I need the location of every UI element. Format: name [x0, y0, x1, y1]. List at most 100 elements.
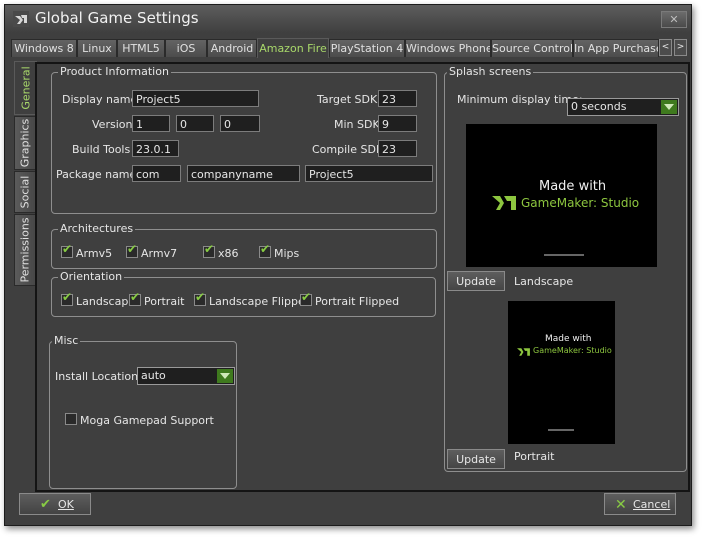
landscape-splash-preview[interactable]: Made with GameMaker: Studio [466, 124, 657, 267]
tab-in-app-purchase[interactable]: In App Purchase [573, 39, 659, 57]
side-tab-general-label: General [19, 66, 33, 110]
checkbox-portrait[interactable]: ✔ Portrait [129, 290, 184, 308]
landscape-label: Landscape [76, 295, 136, 308]
portrait-flipped-label: Portrait Flipped [315, 295, 400, 308]
moga-label: Moga Gamepad Support [80, 414, 214, 427]
checkbox-portrait-flipped[interactable]: ✔ Portrait Flipped [300, 291, 400, 308]
side-tab-graphics[interactable]: Graphics [14, 116, 35, 170]
package-domain-field[interactable]: com [132, 165, 181, 182]
install-location-value: auto [141, 369, 166, 382]
moga-checkbox-box[interactable] [65, 413, 77, 425]
package-product-field[interactable]: Project5 [305, 165, 433, 182]
cancel-button[interactable]: ✕ Cancel [604, 493, 676, 515]
product-information-group: Product Information Display name Project… [51, 65, 437, 214]
portrait-checkbox-box[interactable]: ✔ [129, 290, 141, 306]
tab-scroll-left-button[interactable]: < [659, 39, 672, 56]
cancel-label: Cancel [633, 498, 671, 511]
brand-text: GameMaker: Studio [521, 196, 640, 210]
side-tab-social[interactable]: Social [14, 171, 35, 213]
tab-html5[interactable]: HTML5 [117, 39, 165, 57]
chevron-down-icon[interactable] [217, 369, 233, 383]
checkbox-x86[interactable]: ✔ x86 [203, 242, 239, 260]
tab-source-control[interactable]: Source Control [491, 39, 573, 57]
tab-amazon-fire[interactable]: Amazon Fire [257, 38, 329, 58]
checkbox-armv7[interactable]: ✔ Armv7 [126, 243, 177, 260]
check-icon: ✔ [204, 242, 215, 256]
update-landscape-button[interactable]: Update [447, 271, 505, 291]
mips-label: Mips [274, 247, 300, 260]
made-with-text-portrait: Made with [545, 334, 592, 344]
landscape-flipped-checkbox-box[interactable]: ✔ [194, 290, 206, 306]
check-icon: ✔ [62, 290, 73, 304]
package-name-label: Package name [56, 168, 137, 181]
check-icon: ✔ [40, 497, 51, 512]
version-label: Version [92, 118, 133, 131]
side-tab-graphics-label: Graphics [18, 118, 32, 168]
side-tab-permissions[interactable]: Permissions [14, 214, 35, 286]
tab-linux[interactable]: Linux [77, 39, 117, 57]
armv5-checkbox-box[interactable]: ✔ [61, 242, 73, 258]
version-major-field[interactable]: 1 [132, 115, 170, 132]
install-location-dropdown[interactable]: auto [137, 367, 235, 385]
min-display-time-label: Minimum display time: [457, 93, 583, 106]
x86-checkbox-box[interactable]: ✔ [203, 242, 215, 258]
splash-screens-group: Splash screens Minimum display time: 0 s… [444, 65, 687, 472]
misc-legend: Misc [52, 334, 81, 348]
min-display-time-dropdown[interactable]: 0 seconds [567, 98, 679, 116]
armv7-checkbox-box[interactable]: ✔ [126, 243, 138, 258]
checkbox-armv5[interactable]: ✔ Armv5 [61, 242, 112, 260]
tab-windows-phone[interactable]: Windows Phone [405, 39, 491, 57]
checkbox-landscape[interactable]: ✔ Landscape [61, 290, 136, 308]
title-bar: Global Game Settings ✕ [5, 5, 691, 33]
splash-screens-legend: Splash screens [447, 65, 534, 79]
splash-url-line [544, 254, 584, 256]
check-icon: ✔ [195, 290, 206, 304]
landscape-splash-label: Landscape [514, 275, 574, 288]
cancel-x-icon: ✕ [615, 497, 627, 513]
tab-playstation-4[interactable]: PlayStation 4 [329, 39, 405, 57]
window-title: Global Game Settings [35, 9, 199, 27]
compile-sdk-field[interactable]: 23 [378, 140, 417, 157]
build-tools-label: Build Tools [72, 143, 131, 156]
portrait-splash-preview[interactable]: Made with GameMaker: Studio [508, 301, 615, 444]
checkbox-landscape-flipped[interactable]: ✔ Landscape Flipped [194, 290, 312, 308]
landscape-checkbox-box[interactable]: ✔ [61, 290, 73, 306]
mips-checkbox-box[interactable]: ✔ [259, 243, 271, 258]
display-name-label: Display name [62, 93, 138, 106]
display-name-field[interactable]: Project5 [132, 90, 259, 107]
ok-button[interactable]: ✔ OK [19, 493, 91, 515]
tab-android[interactable]: Android [207, 39, 257, 57]
version-minor-field[interactable]: 0 [176, 115, 214, 132]
tab-windows-8[interactable]: Windows 8 [11, 39, 77, 57]
gamemaker-logo-icon [492, 196, 516, 210]
chevron-down-icon[interactable] [661, 100, 677, 114]
orientation-legend: Orientation [58, 270, 125, 284]
splash-url-line [548, 429, 574, 431]
misc-group: Misc Install Location: auto Moga Gamepad… [49, 334, 237, 489]
update-portrait-button[interactable]: Update [447, 449, 505, 469]
brand-text-portrait: GameMaker: Studio [533, 346, 612, 355]
compile-sdk-label: Compile SDK [312, 143, 384, 156]
check-icon: ✔ [62, 242, 73, 256]
architectures-legend: Architectures [58, 222, 136, 236]
product-information-legend: Product Information [58, 65, 171, 79]
check-icon: ✔ [130, 290, 141, 304]
gamemaker-logo-icon [13, 11, 29, 27]
platform-tabs: Windows 8 Linux HTML5 iOS Android Amazon… [11, 38, 687, 58]
made-with-text: Made with [539, 179, 607, 194]
close-button[interactable]: ✕ [661, 11, 687, 28]
min-sdk-field[interactable]: 9 [378, 115, 417, 132]
package-company-field[interactable]: companyname [187, 165, 300, 182]
checkbox-mips[interactable]: ✔ Mips [259, 243, 300, 260]
build-tools-field[interactable]: 23.0.1 [132, 140, 179, 157]
portrait-flipped-checkbox-box[interactable]: ✔ [300, 291, 312, 306]
version-patch-field[interactable]: 0 [220, 115, 260, 132]
tab-ios[interactable]: iOS [165, 39, 207, 57]
side-tab-general[interactable]: General [14, 61, 37, 115]
orientation-group: Orientation ✔ Landscape ✔ Portrait ✔ Landsc… [51, 270, 436, 317]
ok-label: OK [58, 498, 74, 511]
tab-scroll-right-button[interactable]: > [674, 39, 687, 56]
target-sdk-field[interactable]: 23 [378, 90, 417, 107]
checkbox-moga-gamepad[interactable]: Moga Gamepad Support [65, 413, 214, 427]
portrait-splash-label: Portrait [514, 450, 555, 463]
